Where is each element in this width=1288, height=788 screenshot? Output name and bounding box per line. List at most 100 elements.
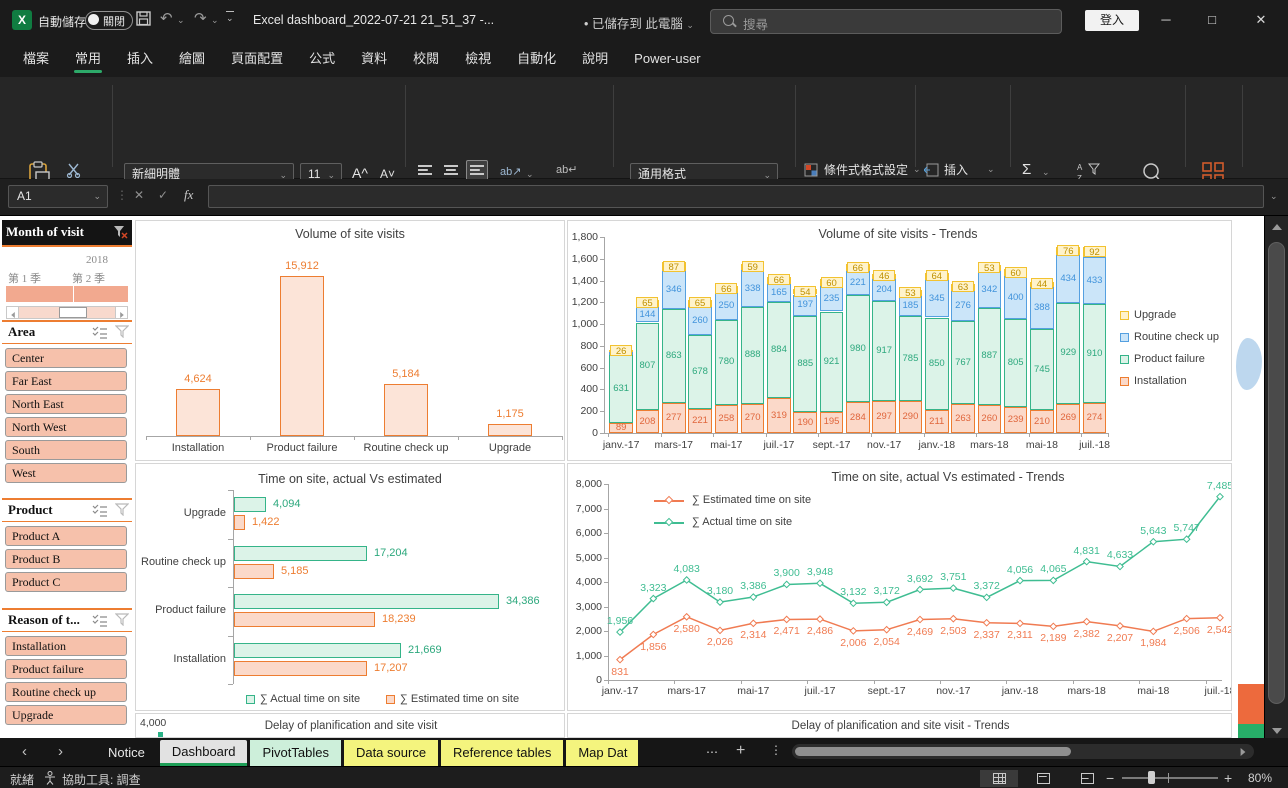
- timeline-scroll-left-icon[interactable]: [7, 307, 19, 318]
- new-sheet-icon[interactable]: +: [736, 742, 745, 760]
- timeline-scroll-thumb[interactable]: [59, 307, 87, 318]
- more-sheets-icon[interactable]: ⋯: [706, 745, 718, 759]
- ribbon-tab[interactable]: 校閱: [400, 44, 452, 74]
- redo-icon[interactable]: ↷: [194, 9, 207, 27]
- sheet-tab-reference-tables[interactable]: Reference tables: [441, 740, 563, 766]
- multi-select-icon[interactable]: [92, 614, 108, 627]
- formula-input[interactable]: [208, 185, 1264, 208]
- slicer-item[interactable]: Installation: [5, 636, 127, 656]
- legend-item[interactable]: Routine check up: [1120, 331, 1230, 345]
- sheet-tab-data-source[interactable]: Data source: [344, 740, 438, 766]
- zoom-level[interactable]: 80%: [1248, 771, 1272, 785]
- autosave-toggle[interactable]: 關閉: [85, 11, 133, 30]
- chart-volume-of-site-visits[interactable]: Volume of site visits4,624Installation15…: [135, 220, 565, 461]
- legend-item[interactable]: ∑ Actual time on site: [654, 516, 824, 530]
- conditional-formatting-button[interactable]: 條件式格式設定⌄: [804, 161, 921, 178]
- page-layout-view-button[interactable]: [1024, 770, 1062, 787]
- timeline-scroll-right-icon[interactable]: [115, 307, 127, 318]
- ribbon-tab[interactable]: Power-user: [621, 44, 713, 74]
- normal-view-button[interactable]: [980, 770, 1018, 787]
- clear-filter-icon[interactable]: [115, 503, 129, 516]
- ribbon-tab[interactable]: 檔案: [10, 44, 62, 74]
- enter-formula-icon[interactable]: ✓: [158, 188, 168, 202]
- legend-item[interactable]: Product failure: [1120, 353, 1230, 367]
- slicer-item[interactable]: South: [5, 440, 127, 460]
- name-box[interactable]: A1 ⌄: [8, 185, 108, 208]
- minimize-button[interactable]: ─: [1143, 0, 1189, 40]
- horizontal-scrollbar[interactable]: [792, 744, 1254, 759]
- legend-item[interactable]: Upgrade: [1120, 309, 1230, 323]
- vertical-scrollbar[interactable]: [1264, 216, 1288, 738]
- insert-function-icon[interactable]: fx: [184, 187, 193, 203]
- maximize-button[interactable]: □: [1189, 0, 1235, 40]
- page-break-view-button[interactable]: [1068, 770, 1106, 787]
- saved-status[interactable]: • 已儲存到 此電腦 ⌄: [584, 13, 694, 32]
- sign-in-button[interactable]: 登入: [1085, 10, 1139, 31]
- chart-time-on-site[interactable]: Time on site, actual Vs estimatedUpgrade…: [135, 463, 565, 711]
- accessibility-status[interactable]: 協助工具: 調查: [62, 771, 141, 788]
- legend-item[interactable]: ∑ Estimated time on site: [386, 693, 521, 707]
- quick-access-dropdown-icon[interactable]: ⌄: [226, 11, 234, 24]
- zoom-out-button[interactable]: −: [1106, 770, 1114, 786]
- undo-chevron-icon[interactable]: ⌄: [177, 15, 185, 26]
- slicer-item[interactable]: Product A: [5, 526, 127, 546]
- wrap-text-button[interactable]: ab↵: [556, 163, 577, 176]
- chart-delay-trends-partial[interactable]: Delay of planification and site visit - …: [567, 713, 1232, 738]
- multi-select-icon[interactable]: [92, 504, 108, 517]
- clear-filter-icon[interactable]: [115, 613, 129, 626]
- excel-logo-icon[interactable]: X: [12, 10, 32, 30]
- search-input[interactable]: 搜尋: [710, 9, 1062, 34]
- slicer-item[interactable]: West: [5, 463, 127, 483]
- scroll-up-icon[interactable]: [1272, 224, 1282, 230]
- zoom-in-button[interactable]: +: [1224, 770, 1232, 786]
- clear-filter-icon[interactable]: [115, 325, 129, 338]
- slicer-item[interactable]: Product B: [5, 549, 127, 569]
- scroll-down-icon[interactable]: [1272, 728, 1282, 734]
- chart-delay-partial[interactable]: 4,000 Delay of planification and site vi…: [135, 713, 565, 738]
- chart-time-on-site-trends[interactable]: Time on site, actual Vs estimated - Tren…: [567, 463, 1232, 711]
- zoom-slider-thumb[interactable]: [1148, 771, 1155, 784]
- ribbon-tab[interactable]: 繪圖: [166, 44, 218, 74]
- slicer-item[interactable]: North East: [5, 394, 127, 414]
- accessibility-icon[interactable]: [44, 771, 56, 785]
- chart-volume-trends[interactable]: Volume of site visits - Trends0200400600…: [567, 220, 1232, 461]
- tab-options-icon[interactable]: ⋮: [770, 743, 782, 757]
- ribbon-tab[interactable]: 檢視: [452, 44, 504, 74]
- slicer-item[interactable]: Far East: [5, 371, 127, 391]
- legend-item[interactable]: ∑ Actual time on site: [246, 693, 381, 707]
- timeline-slicer-month-of-visit[interactable]: Month of visit 2018 第 1 季 第 2 季: [2, 220, 132, 322]
- ribbon-tab[interactable]: 插入: [114, 44, 166, 74]
- ribbon-tab[interactable]: 資料: [348, 44, 400, 74]
- ribbon-tab[interactable]: 頁面配置: [218, 44, 296, 74]
- sheet-tab-dashboard[interactable]: Dashboard: [160, 740, 248, 766]
- ribbon-tab[interactable]: 說明: [569, 44, 621, 74]
- align-middle-button[interactable]: [444, 165, 458, 175]
- scroll-right-icon[interactable]: [1241, 748, 1246, 756]
- prev-sheet-icon[interactable]: ‹: [22, 743, 27, 760]
- ribbon-tab[interactable]: 公式: [296, 44, 348, 74]
- document-title[interactable]: Excel dashboard_2022-07-21 21_51_37 -...: [253, 13, 494, 27]
- legend-item[interactable]: ∑ Estimated time on site: [654, 494, 824, 508]
- ribbon-tab[interactable]: 自動化: [504, 44, 569, 74]
- slicer-item[interactable]: Product C: [5, 572, 127, 592]
- cut-icon[interactable]: [66, 163, 81, 178]
- slicer-item[interactable]: Center: [5, 348, 127, 368]
- timeline-selection-bar[interactable]: [6, 286, 128, 302]
- name-box-divider[interactable]: ⋮: [116, 188, 128, 202]
- slicer-item[interactable]: Routine check up: [5, 682, 127, 702]
- save-icon[interactable]: [136, 11, 152, 27]
- sheet-tab-map-dat[interactable]: Map Dat: [566, 740, 638, 766]
- sheet-tab-pivottables[interactable]: PivotTables: [250, 740, 340, 766]
- slicer-item[interactable]: North West: [5, 417, 127, 437]
- clear-filter-icon[interactable]: [113, 225, 128, 239]
- autosum-button[interactable]: Σ: [1022, 161, 1031, 178]
- multi-select-icon[interactable]: [92, 326, 108, 339]
- align-top-button[interactable]: [418, 165, 432, 175]
- timeline-scrollbar[interactable]: [6, 306, 128, 319]
- insert-cells-button[interactable]: 插入⌄: [924, 161, 995, 178]
- horizontal-scroll-thumb[interactable]: [795, 747, 1071, 756]
- ribbon-tab[interactable]: 常用: [62, 44, 114, 74]
- redo-chevron-icon[interactable]: ⌄: [211, 15, 219, 26]
- next-sheet-icon[interactable]: ›: [58, 743, 63, 760]
- close-button[interactable]: ✕: [1238, 0, 1284, 40]
